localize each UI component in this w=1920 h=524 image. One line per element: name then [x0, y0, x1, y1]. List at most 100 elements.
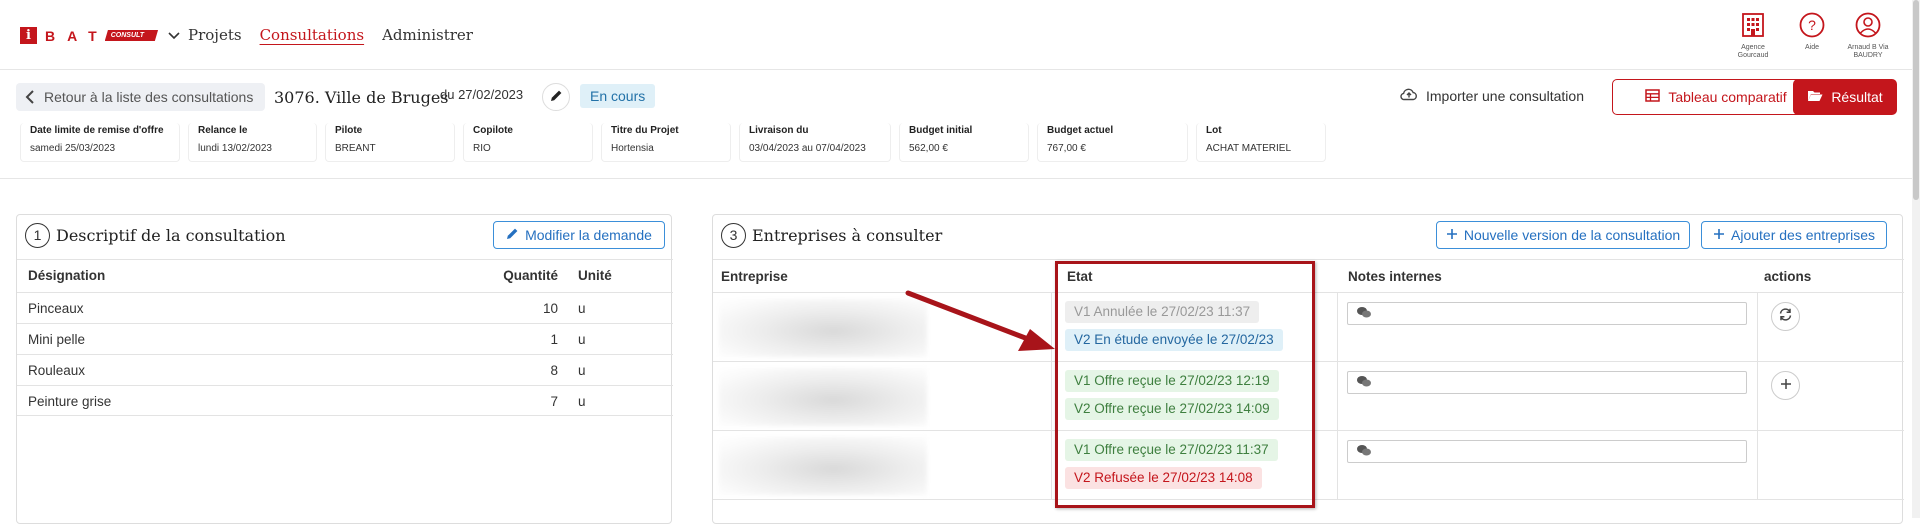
user-label: Arnaud B Via BAUDRY — [1847, 44, 1889, 59]
table-icon — [1645, 89, 1661, 105]
consultation-fields: Date limite de remise d'offre samedi 25/… — [20, 123, 1326, 162]
consultation-header: Retour à la liste des consultations 3076… — [0, 71, 1912, 179]
compare-table-button[interactable]: Tableau comparatif — [1612, 79, 1820, 115]
field-titre-projet: Titre du Projet Hortensia — [601, 123, 731, 162]
chevron-down-icon[interactable] — [168, 28, 180, 43]
field-label: Date limite de remise d'offre — [30, 125, 164, 136]
back-label: Retour à la liste des consultations — [44, 89, 254, 105]
result-button[interactable]: Résultat — [1793, 79, 1897, 115]
edit-title-button[interactable] — [542, 83, 570, 111]
field-lot: Lot ACHAT MATERIEL — [1196, 123, 1326, 162]
svg-text:?: ? — [1808, 17, 1816, 33]
header-unite: Unité — [578, 268, 612, 283]
field-label: Relance le — [198, 125, 248, 136]
status-badge: En cours — [580, 84, 656, 108]
cell-unite: u — [578, 394, 586, 409]
chevron-left-icon — [25, 83, 35, 121]
page-scrollbar[interactable] — [1912, 0, 1920, 518]
logo-i: i — [20, 27, 37, 44]
field-label: Livraison du — [749, 125, 809, 136]
annotation-highlight-box — [1055, 261, 1315, 508]
logo-letters: BAT — [45, 27, 109, 44]
table-row: Pinceaux 10 u — [17, 292, 673, 323]
main-nav: Projets Consultations Administrer — [188, 26, 473, 44]
plus-icon — [1713, 227, 1725, 243]
blurred-company-name — [719, 437, 927, 495]
section-number: 3 — [721, 223, 746, 248]
field-value: BREANT — [335, 143, 376, 154]
cell-unite: u — [578, 332, 586, 347]
import-label: Importer une consultation — [1426, 87, 1584, 104]
add-version-button[interactable] — [1771, 371, 1800, 400]
cell-unite: u — [578, 301, 586, 316]
cell-quantite: 8 — [550, 363, 558, 378]
scrollbar-thumb[interactable] — [1913, 0, 1919, 200]
user-icon — [1855, 12, 1881, 38]
consultation-title: 3076. Ville de Bruges — [274, 88, 449, 107]
descriptif-header: 1 Descriptif de la consultation — [25, 223, 286, 248]
cell-designation: Peinture grise — [28, 394, 112, 409]
logo-consult: CONSULT — [104, 30, 159, 41]
add-entreprises-label: Ajouter des entreprises — [1731, 227, 1875, 243]
result-label: Résultat — [1831, 89, 1883, 105]
descriptif-panel: 1 Descriptif de la consultation Modifier… — [16, 214, 673, 524]
back-to-list-button[interactable]: Retour à la liste des consultations — [16, 83, 266, 111]
consultation-date: du 27/02/2023 — [440, 87, 524, 102]
comments-icon — [1356, 375, 1372, 391]
blurred-company-name — [719, 299, 927, 357]
modify-request-button[interactable]: Modifier la demande — [493, 221, 665, 249]
plus-icon — [1780, 377, 1792, 395]
cell-unite: u — [578, 363, 586, 378]
building-icon — [1740, 12, 1766, 38]
internal-notes-input[interactable] — [1347, 302, 1747, 325]
field-label: Budget initial — [909, 125, 973, 136]
cell-quantite: 1 — [550, 332, 558, 347]
nav-consultations[interactable]: Consultations — [260, 26, 365, 44]
section-title: Descriptif de la consultation — [56, 226, 286, 245]
help-icon: ? — [1799, 12, 1825, 38]
field-budget-actuel: Budget actuel 767,00 € — [1037, 123, 1188, 162]
field-value: lundi 13/02/2023 — [198, 143, 272, 154]
cell-designation: Pinceaux — [28, 301, 84, 316]
field-label: Titre du Projet — [611, 125, 679, 136]
user-button[interactable]: Arnaud B Via BAUDRY — [1838, 12, 1898, 60]
new-version-button[interactable]: Nouvelle version de la consultation — [1436, 221, 1690, 249]
header-notes: Notes internes — [1348, 269, 1442, 284]
refresh-button[interactable] — [1771, 302, 1800, 331]
header-quantite: Quantité — [503, 268, 558, 283]
folder-open-icon — [1807, 89, 1823, 105]
agency-button[interactable]: Agence Gourcaud — [1723, 12, 1783, 60]
import-consultation-button[interactable]: Importer une consultation — [1400, 87, 1584, 104]
nav-administrer[interactable]: Administrer — [382, 26, 473, 44]
cell-designation: Rouleaux — [28, 363, 86, 378]
app-logo[interactable]: i BAT CONSULT — [20, 27, 180, 44]
plus-icon — [1446, 227, 1458, 243]
header-entreprise: Entreprise — [721, 269, 788, 284]
new-version-label: Nouvelle version de la consultation — [1463, 227, 1681, 243]
cell-quantite: 7 — [550, 394, 558, 409]
modify-request-label: Modifier la demande — [525, 227, 652, 243]
nav-projets[interactable]: Projets — [188, 26, 242, 44]
internal-notes-input[interactable] — [1347, 371, 1747, 394]
table-row: Mini pelle 1 u — [17, 323, 673, 354]
pencil-icon — [550, 89, 563, 105]
blurred-company-name — [719, 368, 927, 426]
field-label: Copilote — [473, 125, 513, 136]
table-header: Désignation Quantité Unité — [17, 259, 673, 292]
field-value: 562,00 € — [909, 143, 948, 154]
section-number: 1 — [25, 223, 50, 248]
field-label: Lot — [1206, 125, 1222, 136]
field-value: samedi 25/03/2023 — [30, 143, 116, 154]
header-designation: Désignation — [28, 268, 106, 283]
section-title: Entreprises à consulter — [752, 226, 943, 245]
field-pilote: Pilote BREANT — [325, 123, 455, 162]
header-actions: actions — [1764, 269, 1812, 284]
cell-quantite: 10 — [542, 301, 558, 316]
help-button[interactable]: ? Aide — [1782, 12, 1842, 52]
add-entreprises-button[interactable]: Ajouter des entreprises — [1701, 221, 1887, 249]
field-livraison: Livraison du 03/04/2023 au 07/04/2023 — [739, 123, 891, 162]
top-bar: i BAT CONSULT Projets Consultations Admi… — [0, 0, 1920, 70]
field-label: Budget actuel — [1047, 125, 1114, 136]
agency-label: Agence Gourcaud — [1737, 44, 1769, 59]
internal-notes-input[interactable] — [1347, 440, 1747, 463]
